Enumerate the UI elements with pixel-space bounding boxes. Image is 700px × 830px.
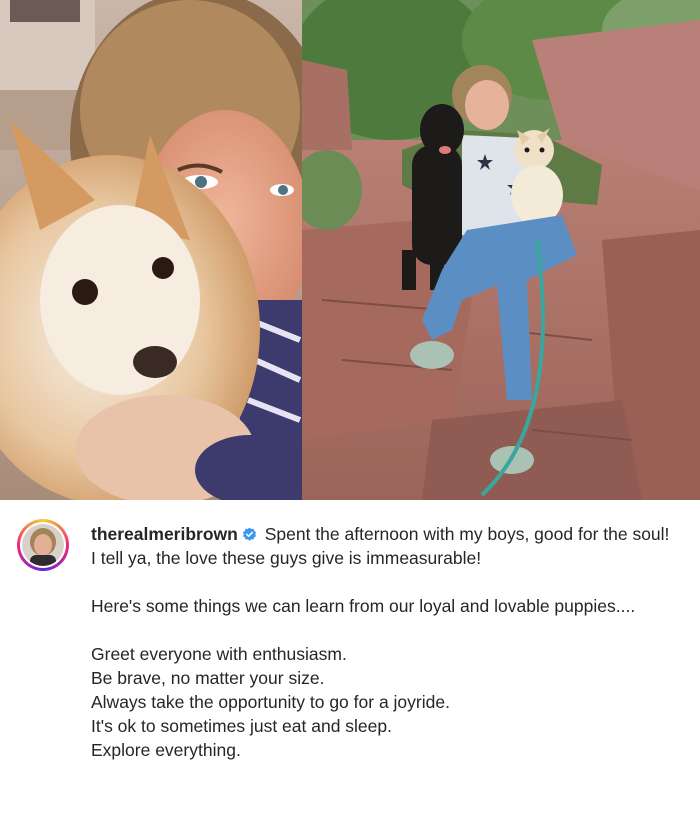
caption-line: Always take the opportunity to go for a … bbox=[91, 692, 450, 712]
avatar[interactable] bbox=[22, 524, 64, 566]
post-media[interactable] bbox=[0, 0, 700, 500]
caption-line: Greet everyone with enthusiasm. bbox=[91, 644, 347, 664]
story-ring[interactable] bbox=[17, 519, 69, 571]
avatar-image bbox=[22, 524, 64, 566]
instagram-post: therealmeribrown Spent the afternoon wit… bbox=[0, 0, 700, 830]
caption-line: It's ok to sometimes just eat and sleep. bbox=[91, 716, 392, 736]
post-caption: therealmeribrown Spent the afternoon wit… bbox=[91, 522, 681, 762]
caption-line: I tell ya, the love these guys give is i… bbox=[91, 548, 482, 568]
post-caption-area: therealmeribrown Spent the afternoon wit… bbox=[0, 500, 700, 830]
caption-line: Here's some things we can learn from our… bbox=[91, 596, 636, 616]
selfie-with-dog-photo bbox=[0, 0, 302, 500]
selfie-photo-illustration bbox=[0, 0, 302, 500]
caption-first-text: Spent the afternoon with my boys, good f… bbox=[259, 524, 670, 544]
caption-line: Explore everything. bbox=[91, 740, 241, 760]
caption-first-line: therealmeribrown Spent the afternoon wit… bbox=[91, 522, 681, 546]
caption-blank-line bbox=[91, 570, 681, 594]
caption-line: Be brave, no matter your size. bbox=[91, 668, 325, 688]
caption-blank-line bbox=[91, 618, 681, 642]
rocks-photo-illustration bbox=[302, 0, 700, 500]
verified-badge-icon bbox=[242, 527, 257, 542]
username-link[interactable]: therealmeribrown bbox=[91, 524, 238, 544]
woman-with-two-dogs-on-rocks-photo bbox=[302, 0, 700, 500]
